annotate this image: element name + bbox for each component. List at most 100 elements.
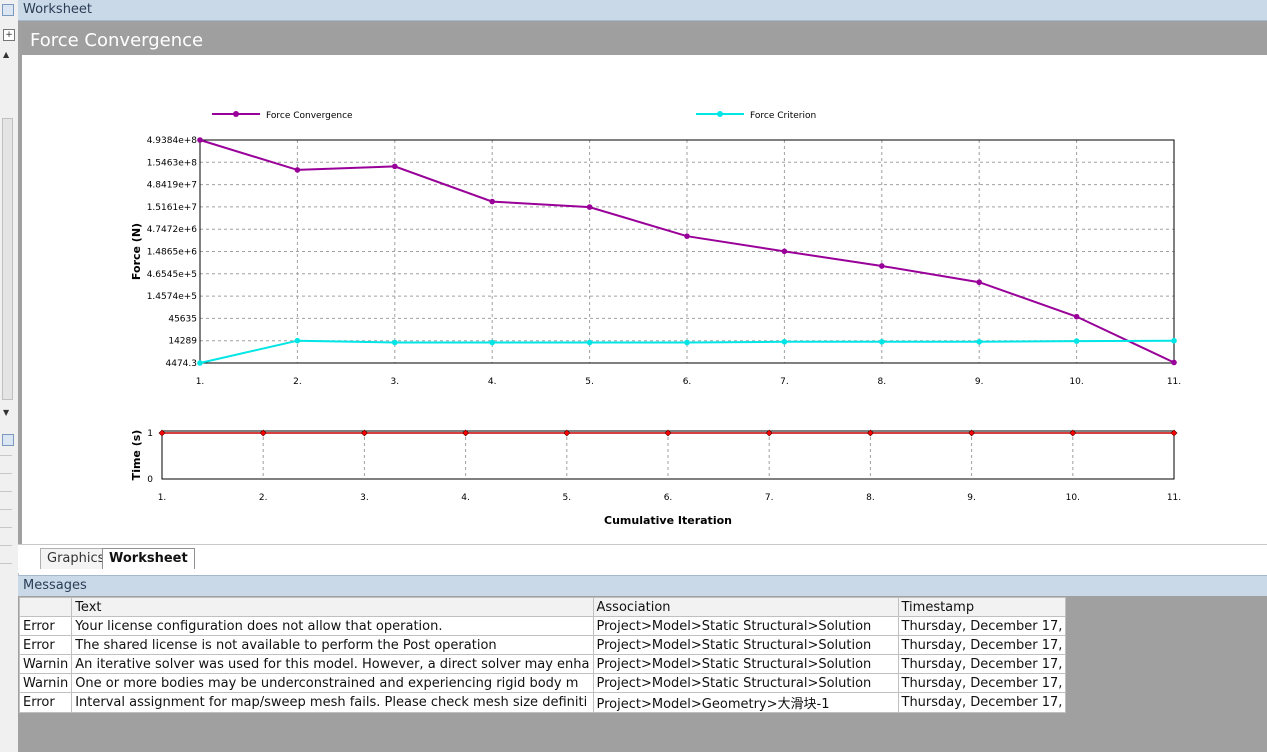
tree-row [0,491,12,492]
tab-worksheet[interactable]: Worksheet [102,548,195,569]
legend-marker [717,111,723,117]
data-point [197,137,203,143]
x-tick-label: 3. [391,377,400,387]
message-type: Error [18,616,73,636]
worksheet-header: Force Convergence [22,27,1267,55]
table-row[interactable]: Error Your license configuration does no… [18,616,1067,636]
table-row[interactable]: Error The shared license is not availabl… [18,635,1067,655]
data-point [294,167,301,173]
y-tick-label: 1.5463e+8 [147,158,198,168]
pin-icon[interactable] [2,4,14,16]
legend-label: Force Criterion [750,111,816,121]
x-tick-label: 6. [683,377,692,387]
table-header-row: Text Association Timestamp [18,597,1067,617]
messages-table: Text Association Timestamp Error Your li… [18,597,1067,713]
data-point [1073,338,1080,344]
y-tick-label: 1 [147,429,153,439]
message-text: The shared license is not available to p… [71,635,594,655]
tree-row [0,455,12,456]
column-header-type[interactable] [18,597,73,617]
message-association: Project>Model>Static Structural>Solution [592,654,899,674]
x-tick-label: 10. [1069,377,1083,387]
y-tick-label: 0 [147,475,153,485]
tree-row [0,509,12,510]
window-title: Worksheet [23,2,93,17]
messages-title-bar: Messages [18,575,1267,597]
x-tick-label: 5. [563,493,572,503]
x-tick-label: 1. [158,493,167,503]
message-type: Warnin [18,654,73,674]
data-point [586,204,593,210]
data-point [879,338,885,345]
data-point [684,339,690,346]
column-header-association[interactable]: Association [592,597,899,617]
data-point [976,279,982,286]
x-tick-label: 8. [866,493,875,503]
message-timestamp: Thursday, December 17, [897,635,1067,655]
x-axis-label: Cumulative Iteration [604,514,732,527]
y-tick-label: 4.9384e+8 [147,136,198,146]
x-tick-label: 9. [975,377,984,387]
message-text: Interval assignment for map/sweep mesh f… [71,692,594,713]
legend-label: Force Convergence [266,111,353,121]
data-point [489,198,496,205]
x-tick-label: 9. [967,493,976,503]
x-tick-label: 4. [488,377,497,387]
x-tick-label: 1. [196,377,205,387]
y-tick-label: 4.7472e+6 [147,225,198,235]
message-type: Error [18,635,73,655]
scroll-down-icon[interactable]: ▼ [3,408,9,417]
y-axis-label: Time (s) [130,430,143,481]
message-association: Project>Model>Geometry>大滑块-1 [592,692,899,713]
data-point [684,233,690,239]
data-point [197,360,203,366]
worksheet-heading: Force Convergence [30,30,204,51]
message-timestamp: Thursday, December 17, [897,692,1067,713]
data-point [392,339,398,346]
worksheet-title-bar: Worksheet [18,0,1267,21]
y-tick-label: 45635 [168,314,197,324]
y-axis-label: Force (N) [130,223,143,280]
x-tick-label: 4. [461,493,470,503]
y-tick-label: 4.6545e+5 [147,270,197,280]
x-tick-label: 8. [878,377,887,387]
tree-row [0,527,12,528]
x-tick-label: 5. [585,377,594,387]
message-timestamp: Thursday, December 17, [897,616,1067,636]
x-tick-label: 7. [780,377,789,387]
expand-icon[interactable]: + [3,29,15,41]
data-point [976,338,982,345]
y-tick-label: 4.8419e+7 [147,181,197,191]
pin-icon[interactable] [2,434,14,446]
messages-title: Messages [23,578,87,593]
scroll-up-icon[interactable]: ▲ [3,50,9,59]
y-tick-label: 1.5161e+7 [147,203,197,213]
message-type: Warnin [18,673,73,693]
message-timestamp: Thursday, December 17, [897,654,1067,674]
message-type: Error [18,692,73,713]
tab-graphics[interactable]: Graphics [40,548,112,569]
message-text: Your license configuration does not allo… [71,616,594,636]
column-header-timestamp[interactable]: Timestamp [897,597,1067,617]
data-point [879,263,885,269]
data-point [781,338,788,345]
x-tick-label: 7. [765,493,774,503]
message-association: Project>Model>Static Structural>Solution [592,616,899,636]
message-timestamp: Thursday, December 17, [897,673,1067,693]
message-association: Project>Model>Static Structural>Solution [592,635,899,655]
y-tick-label: 14289 [168,337,197,347]
x-tick-label: 10. [1066,493,1080,503]
table-row[interactable]: Warnin One or more bodies may be underco… [18,673,1067,693]
tree-row [0,473,12,474]
table-row[interactable]: Warnin An iterative solver was used for … [18,654,1067,674]
view-tabs: Graphics Worksheet [18,544,1267,573]
column-header-text[interactable]: Text [71,597,594,617]
x-tick-label: 6. [664,493,673,503]
y-tick-label: 1.4574e+5 [147,292,197,302]
left-scrollbar[interactable] [2,118,13,400]
table-row[interactable]: Error Interval assignment for map/sweep … [18,692,1067,713]
left-panel-strip: + ▲ ▼ [0,0,19,752]
data-point [1171,337,1177,344]
data-point [781,248,788,255]
data-point [489,339,496,346]
